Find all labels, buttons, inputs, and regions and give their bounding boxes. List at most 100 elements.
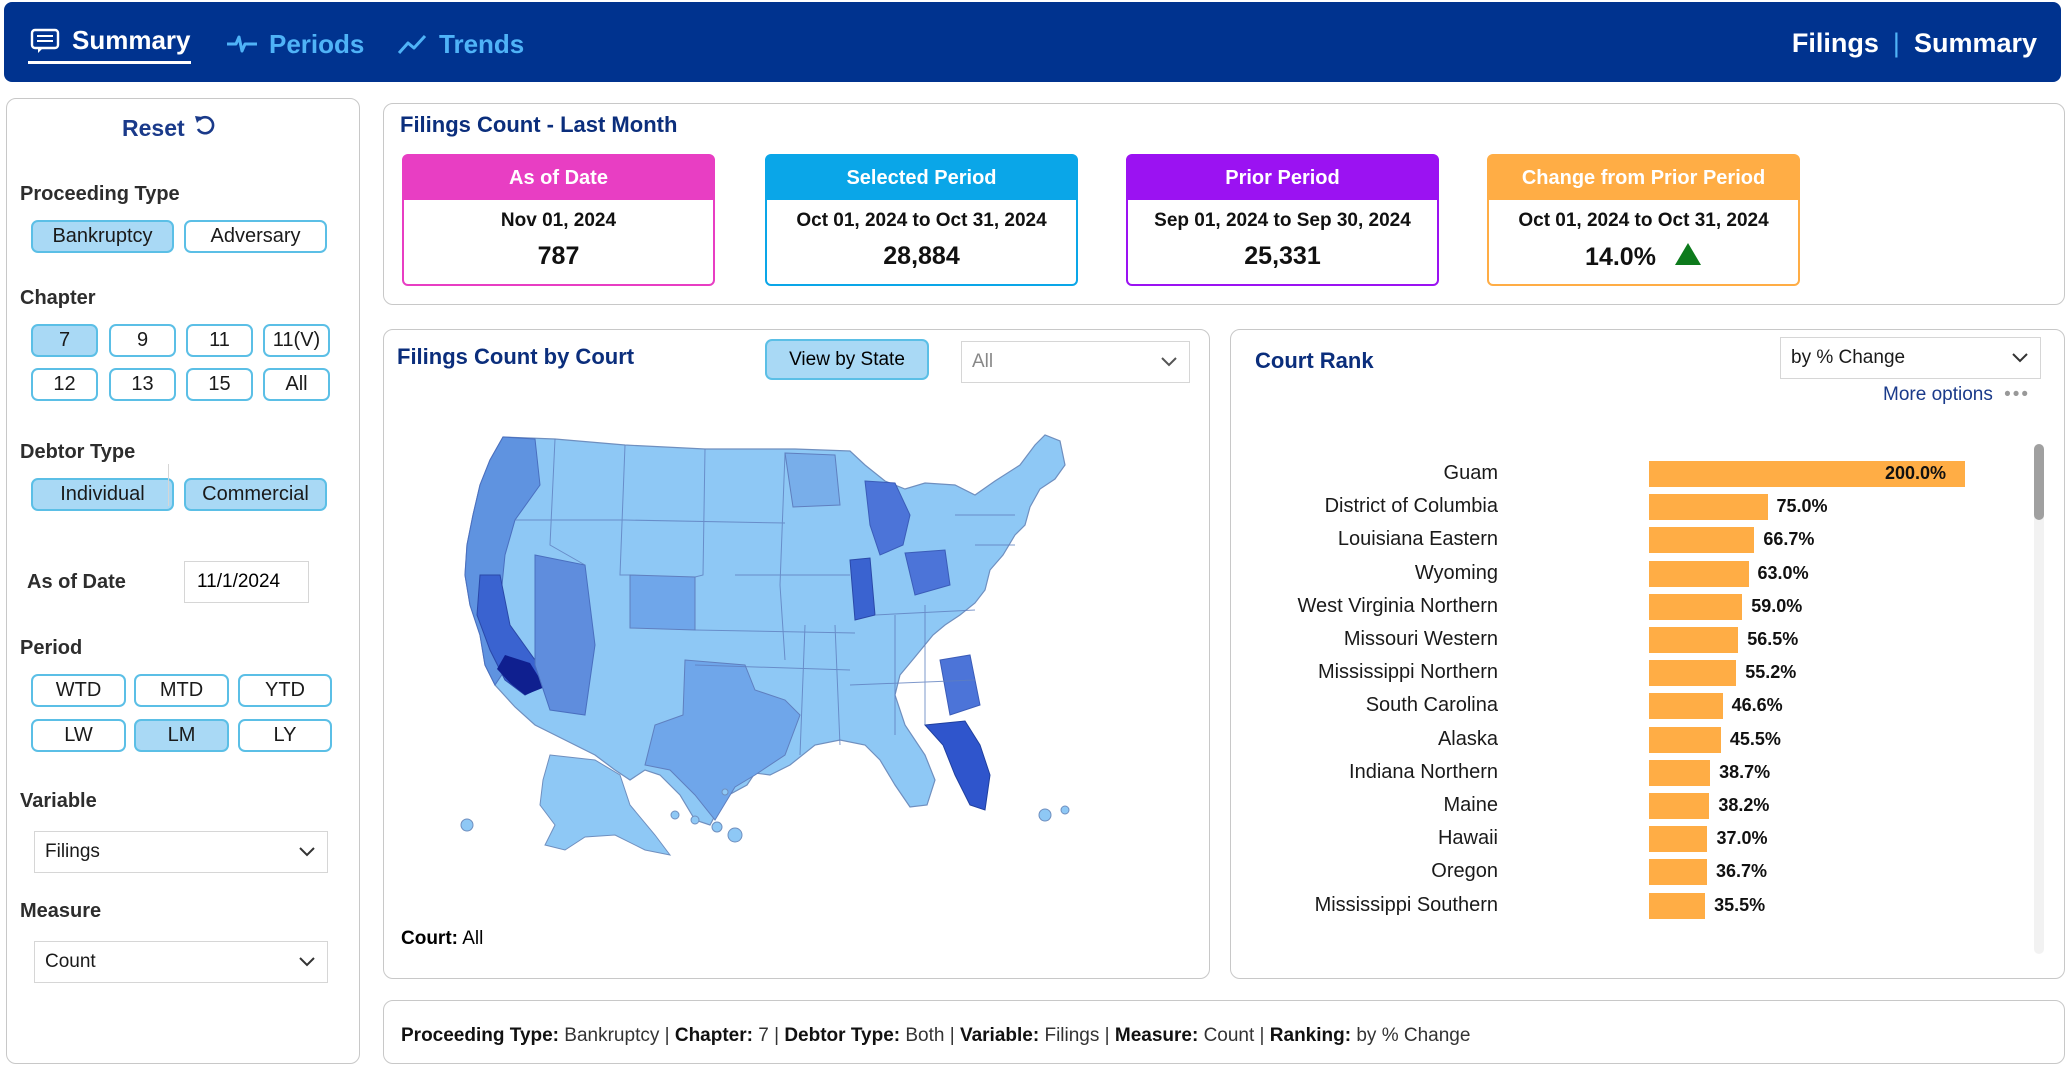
period-ytd-button[interactable]: YTD [238,674,332,707]
rank-value-label: 66.7% [1763,529,1815,550]
scrollbar-thumb[interactable] [2034,444,2044,520]
rank-value-label: 75.0% [1776,496,1828,517]
rank-bar[interactable] [1649,593,1743,620]
rank-value-label: 200.0% [1885,463,1947,483]
rank-value-label: 59.0% [1751,595,1803,616]
chapter-12-button[interactable]: 12 [31,368,98,401]
rank-bar[interactable] [1649,627,1739,653]
reset-label: Reset [122,114,185,141]
chapter-label: Chapter [20,287,96,309]
chapter-11v-button[interactable]: 11(V) [263,324,330,357]
measure-label: Measure [20,900,102,922]
chevron-down-icon [297,951,317,977]
florida-region [923,720,991,811]
kpi-value: 28,884 [883,242,960,270]
proceeding-adversary-button[interactable]: Adversary [184,220,327,253]
measure-dropdown[interactable]: Count [34,941,328,983]
view-by-state-button[interactable]: View by State [765,339,929,380]
period-mtd-button[interactable]: MTD [134,674,229,707]
court-rank-title: Court Rank [1255,348,1374,373]
breadcrumb-page: Summary [1913,28,2037,58]
summary-value: 7 [758,1025,769,1046]
summary-separator: | [1099,1025,1115,1046]
kpi-prior-period: Prior Period Sep 01, 2024 to Sep 30, 202… [1126,154,1439,286]
rank-value-label: 35.5% [1714,894,1766,915]
scrollbar-track[interactable] [2034,444,2044,954]
rank-category-label: Mississippi Southern [1314,893,1498,916]
kpi-change: Change from Prior Period Oct 01, 2024 to… [1487,154,1800,286]
period-lw-button[interactable]: LW [31,719,126,752]
as-of-date-input[interactable]: 11/1/2024 [184,561,309,603]
as-of-date-label: As of Date [27,571,126,593]
rank-bar[interactable] [1649,826,1708,853]
reset-button[interactable]: Reset [122,114,217,142]
breadcrumb-section: Filings [1791,28,1879,58]
court-filter-dropdown[interactable]: All [961,341,1190,383]
date-divider [168,464,169,506]
chapter-15-button[interactable]: 15 [186,368,253,401]
rank-sort-value: by % Change [1791,347,1906,368]
rank-bar[interactable] [1649,726,1721,753]
court-rank-card [1230,329,2065,979]
more-options-button[interactable]: More options ••• [1883,384,2030,406]
southwest-region [534,554,596,716]
rank-category-label: Oregon [1431,860,1498,883]
chapter-11-button[interactable]: 11 [186,324,253,357]
period-wtd-button[interactable]: WTD [31,674,126,707]
breadcrumb: Filings | Summary [1792,28,2037,59]
rank-bar[interactable] [1649,560,1749,587]
kpi-selected-period: Selected Period Oct 01, 2024 to Oct 31, … [765,154,1078,286]
debtor-type-label: Debtor Type [20,441,136,463]
rank-bar[interactable] [1649,693,1723,720]
chapter-9-button[interactable]: 9 [109,324,176,357]
kpi-value: 787 [537,242,580,270]
kpi-value: 25,331 [1244,242,1321,270]
period-label: Period [20,637,83,659]
variable-value: Filings [45,841,100,862]
debtor-individual-button[interactable]: Individual [31,478,174,511]
proceeding-type-label: Proceeding Type [20,183,180,205]
rank-category-label: Guam [1443,462,1498,484]
summary-value: Count [1203,1025,1255,1046]
summary-value: by % Change [1356,1025,1471,1046]
rank-bar[interactable] [1649,494,1768,521]
period-ly-button[interactable]: LY [238,719,332,752]
proceeding-bankruptcy-button[interactable]: Bankruptcy [31,220,174,253]
period-lm-button[interactable]: LM [134,719,229,752]
kpi-header: Prior Period [1128,156,1437,200]
rank-bar[interactable] [1649,759,1711,786]
summary-separator: | [659,1025,675,1046]
chapter-7-button[interactable]: 7 [31,324,98,357]
rank-bar[interactable] [1649,793,1710,819]
debtor-commercial-button[interactable]: Commercial [184,478,327,511]
summary-separator: | [1254,1025,1270,1046]
tab-trends[interactable]: Trends [395,24,524,64]
kpi-header: As of Date [404,156,713,200]
rank-category-label: South Carolina [1365,694,1498,717]
filter-summary-bar: Proceeding Type: Bankruptcy | Chapter: 7… [383,1000,2065,1064]
rank-value-label: 36.7% [1715,861,1768,882]
chapter-13-button[interactable]: 13 [109,368,176,401]
variable-dropdown[interactable]: Filings [34,831,328,873]
chevron-down-icon [2010,347,2030,373]
minnesota-region [784,452,841,508]
kpi-sub: Sep 01, 2024 to Sep 30, 2024 [1154,210,1411,231]
rank-category-label: Hawaii [1437,827,1498,850]
rank-category-label: Maine [1443,794,1498,816]
kpi-header: Change from Prior Period [1489,156,1798,200]
more-options-label: More options [1883,384,1993,405]
rank-bar[interactable] [1649,527,1755,554]
summary-value: Bankruptcy [564,1025,660,1046]
chapter-all-button[interactable]: All [263,368,330,401]
trend-up-icon [1674,242,1702,273]
rank-bar[interactable] [1649,892,1706,919]
tab-periods[interactable]: Periods [225,24,364,64]
measure-value: Count [45,951,96,972]
us-court-map[interactable] [455,425,1135,880]
rank-sort-dropdown[interactable]: by % Change [1780,337,2041,379]
tab-summary[interactable]: Summary [28,24,191,64]
rank-bar[interactable] [1649,660,1737,687]
rank-bar[interactable] [1649,859,1707,886]
rank-category-label: Indiana Northern [1349,760,1498,783]
summary-key: Chapter: [674,1025,759,1046]
